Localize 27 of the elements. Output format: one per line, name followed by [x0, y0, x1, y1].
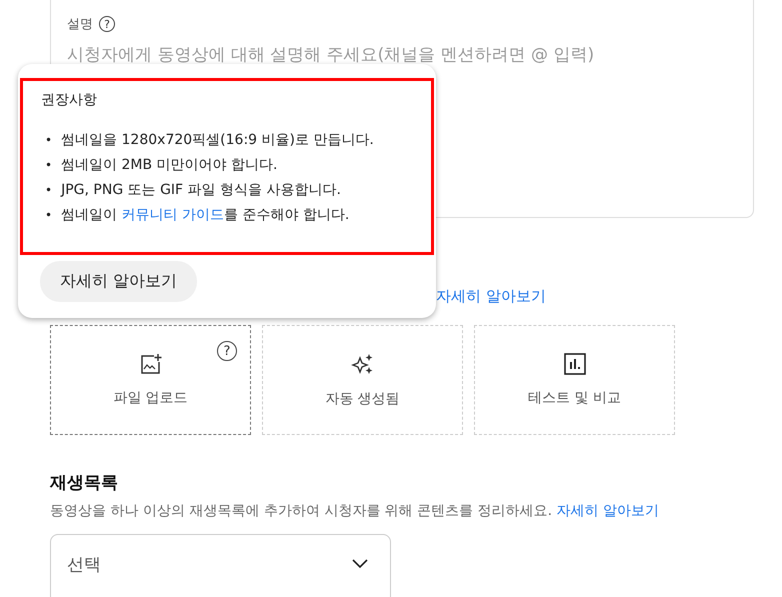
thumbnail-option[interactable]: ? 파일 업로드: [50, 325, 251, 435]
popup-title: 권장사항: [41, 91, 98, 109]
section-title: 재생목록: [50, 472, 119, 494]
bullet: •: [45, 132, 52, 148]
learn-more-link[interactable]: 자세히 알아보기: [556, 503, 659, 519]
thumbnail-option[interactable]: 자동 생성됨: [262, 325, 463, 435]
chevron-down-icon: [352, 559, 368, 569]
playlist-dropdown[interactable]: 선택: [50, 534, 391, 597]
learn-more-link[interactable]: 자세히 알아보기: [436, 287, 546, 305]
bullet: •: [45, 182, 52, 198]
community-guidelines-link[interactable]: 커뮤니티 가이드: [122, 206, 224, 222]
learn-more-button[interactable]: 자세히 알아보기: [40, 261, 198, 302]
recommendation-item: 썸네일이 2MB 미만이어야 합니다.: [61, 156, 278, 174]
field-label: 설명: [67, 16, 93, 33]
sparkle-icon: [350, 352, 374, 376]
recommendation-item: 썸네일이 커뮤니티 가이드를 준수해야 합니다.: [61, 206, 350, 224]
thumbnail-option[interactable]: 테스트 및 비교: [474, 325, 675, 435]
bar-chart-icon: [564, 353, 586, 375]
recommendation-item: JPG, PNG 또는 GIF 파일 형식을 사용합니다.: [61, 180, 341, 200]
bullet: •: [45, 206, 52, 222]
help-icon[interactable]: ?: [217, 341, 237, 361]
section-description: 동영상을 하나 이상의 재생목록에 추가하여 시청자를 위해 콘텐츠를 정리하세요. 자세히 알아보기: [50, 502, 660, 520]
bullet: •: [45, 156, 52, 172]
image-add-icon: [140, 353, 162, 375]
placeholder-text: 시청자에게 동영상에 대해 설명해 주세요(채널을 멘션하려면 @ 입력): [67, 44, 596, 66]
recommendation-item: 썸네일을 1280x720픽셀(16:9 비율)로 만듭니다.: [61, 130, 374, 150]
help-icon[interactable]: ?: [99, 16, 115, 32]
